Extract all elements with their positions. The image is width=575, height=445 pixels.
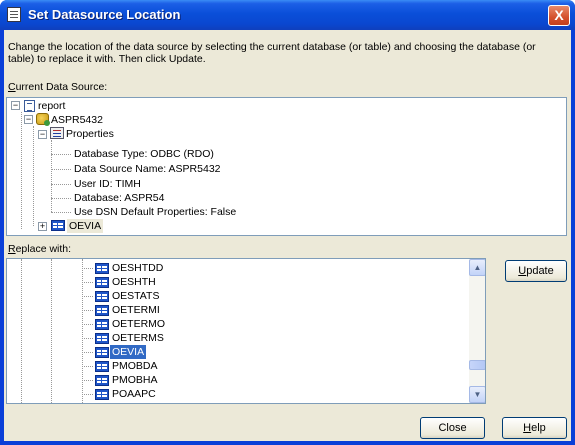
table-icon — [95, 291, 109, 302]
collapse-connection-toggle[interactable]: − — [24, 115, 33, 124]
list-item[interactable]: OETERMO — [112, 317, 165, 331]
list-item[interactable]: POAAPC — [112, 387, 156, 401]
replace-with-tree[interactable]: OESHTDD OESHTH OESTATS OETERMI OETERMO O… — [6, 258, 486, 404]
table-icon — [95, 305, 109, 316]
property-user-id: User ID: TIMH — [74, 178, 141, 190]
table-icon — [95, 333, 109, 344]
collapse-report-toggle[interactable]: − — [11, 101, 20, 110]
property-use-dsn-default: Use DSN Default Properties: False — [74, 206, 237, 218]
list-item[interactable]: OESHTH — [112, 275, 156, 289]
document-icon — [7, 7, 21, 22]
table-icon — [95, 347, 109, 358]
scroll-down-icon[interactable]: ▼ — [469, 386, 485, 403]
tree-node-table[interactable]: OEVIA — [67, 219, 104, 233]
expand-table-toggle[interactable]: + — [38, 222, 47, 231]
report-icon — [24, 100, 35, 112]
list-item[interactable]: PMOBDA — [112, 359, 158, 373]
table-icon — [95, 263, 109, 274]
list-item[interactable]: OESTATS — [112, 289, 159, 303]
scroll-thumb[interactable] — [469, 360, 485, 370]
table-icon — [95, 389, 109, 400]
current-data-source-label: Current Data Source: — [8, 81, 108, 93]
current-data-source-tree[interactable]: − report − ASPR5432 − Properties Databas… — [6, 97, 567, 236]
vertical-scrollbar[interactable]: ▲ ▼ — [469, 259, 485, 403]
title-bar[interactable]: Set Datasource Location X — [0, 0, 575, 30]
table-icon — [51, 220, 65, 231]
tree-node-report[interactable]: report — [38, 99, 65, 113]
property-data-source-name: Data Source Name: ASPR5432 — [74, 163, 221, 175]
update-button[interactable]: Update — [505, 260, 567, 282]
list-item[interactable]: OETERMS — [112, 331, 164, 345]
close-icon[interactable]: X — [548, 5, 570, 26]
close-button[interactable]: Close — [420, 417, 485, 439]
database-icon — [36, 113, 50, 126]
scroll-up-icon[interactable]: ▲ — [469, 259, 485, 276]
list-item-selected[interactable]: OEVIA — [110, 345, 147, 359]
table-icon — [95, 319, 109, 330]
tree-node-properties[interactable]: Properties — [66, 127, 114, 141]
window-title: Set Datasource Location — [28, 7, 181, 22]
list-item[interactable]: OESHTDD — [112, 261, 163, 275]
instructions-text: Change the location of the data source b… — [8, 41, 536, 65]
collapse-properties-toggle[interactable]: − — [38, 130, 47, 139]
properties-icon — [50, 127, 64, 139]
property-database: Database: ASPR54 — [74, 192, 165, 204]
replace-with-label: Replace with: — [8, 243, 72, 255]
tree-node-connection[interactable]: ASPR5432 — [51, 113, 103, 127]
table-icon — [95, 375, 109, 386]
dialog-window: Set Datasource Location X Change the loc… — [0, 0, 575, 445]
property-database-type: Database Type: ODBC (RDO) — [74, 148, 214, 160]
help-button[interactable]: Help — [502, 417, 567, 439]
table-icon — [95, 361, 109, 372]
list-item[interactable]: PMOBHA — [112, 373, 158, 387]
list-item[interactable]: OETERMI — [112, 303, 160, 317]
table-icon — [95, 277, 109, 288]
dialog-body: Change the location of the data source b… — [4, 30, 571, 441]
